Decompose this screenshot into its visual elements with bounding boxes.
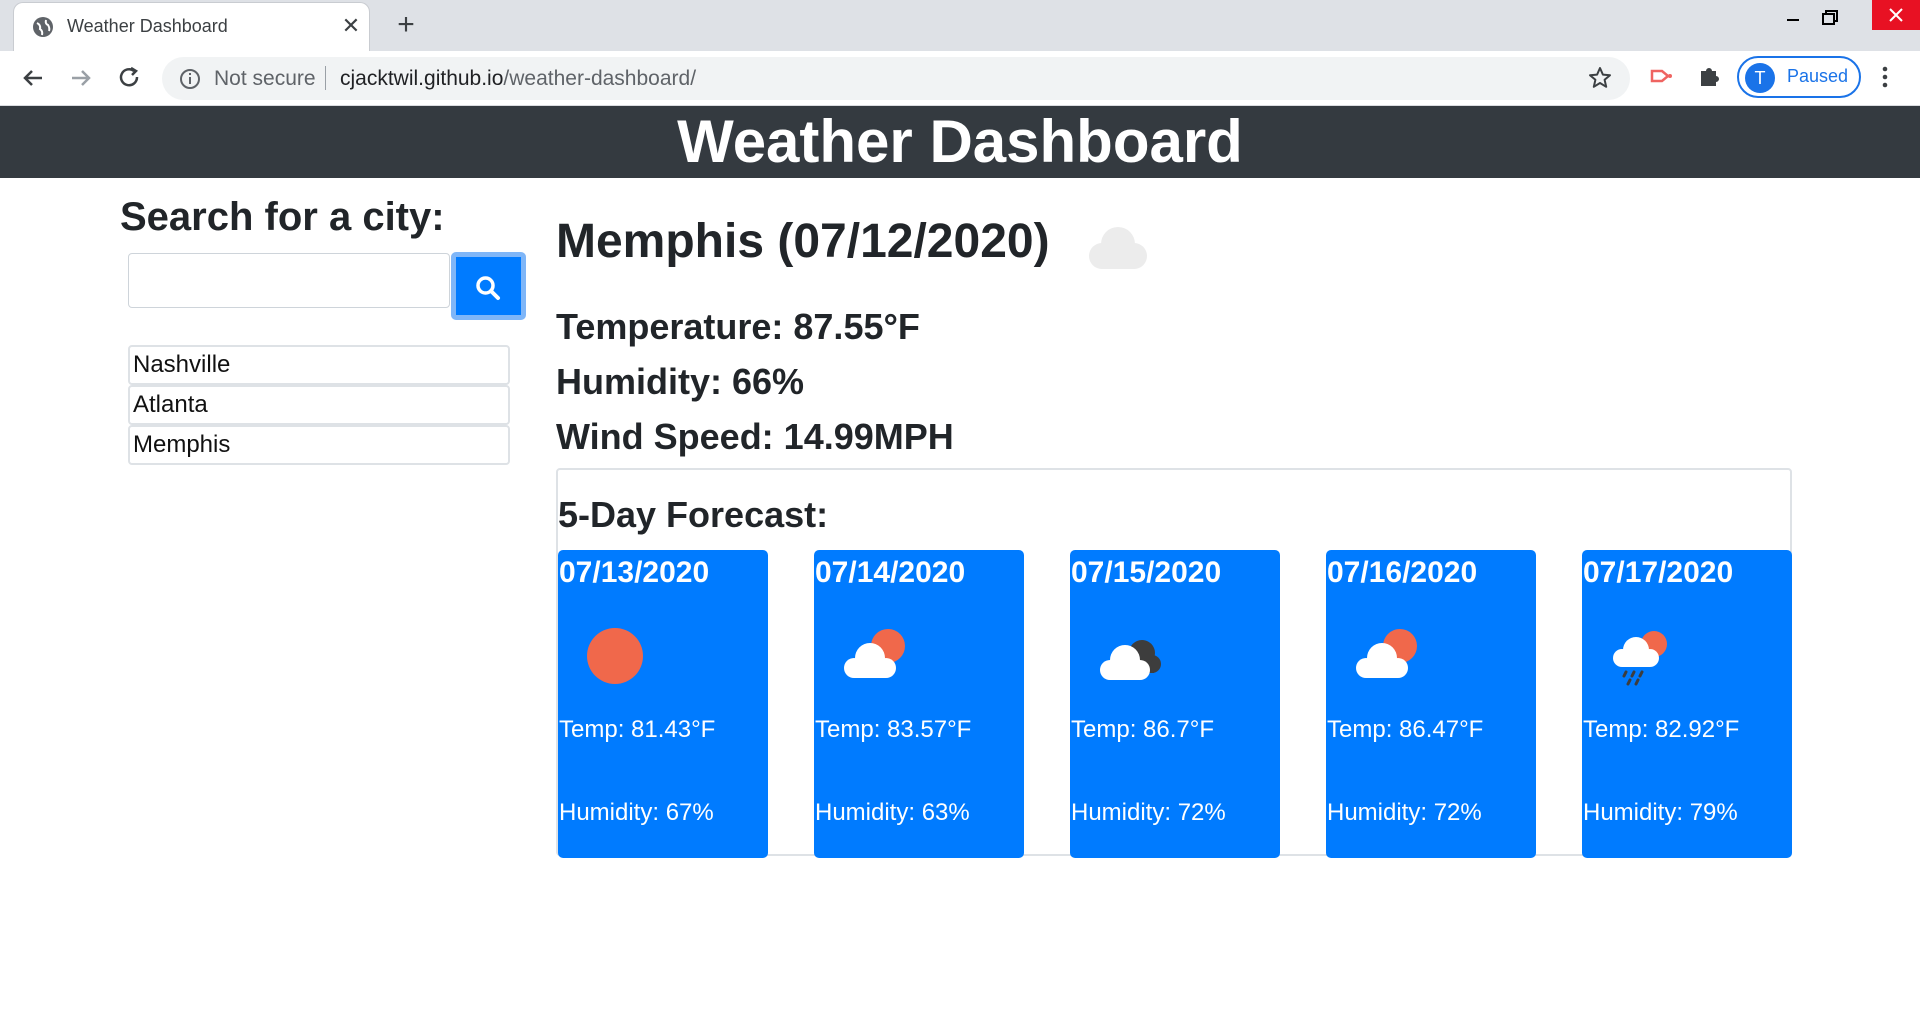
forecast-humidity: Humidity: 63% xyxy=(815,799,970,826)
forecast-card: 07/13/2020 Temp: 81.43°F Humidity: 67% xyxy=(558,550,768,858)
forecast-humidity: Humidity: 72% xyxy=(1327,799,1482,826)
page-title: Weather Dashboard xyxy=(677,108,1243,175)
forecast-date: 07/14/2020 xyxy=(815,556,966,589)
partly-cloudy-icon xyxy=(1356,629,1417,678)
close-window-icon[interactable] xyxy=(1872,0,1920,30)
forecast-temp: Temp: 82.92°F xyxy=(1583,716,1740,743)
profile-button[interactable]: T Paused xyxy=(1737,56,1861,98)
partly-cloudy-icon xyxy=(844,629,905,678)
url-path: /weather-dashboard/ xyxy=(503,67,697,90)
info-icon[interactable] xyxy=(178,67,202,91)
search-icon xyxy=(476,276,500,300)
history-item-atlanta[interactable]: Atlanta xyxy=(128,385,510,425)
history-item-nashville[interactable]: Nashville xyxy=(128,345,510,385)
current-humidity: Humidity: 66% xyxy=(556,361,805,402)
search-button[interactable] xyxy=(451,252,526,320)
restore-icon[interactable] xyxy=(1810,4,1850,34)
tab-title: Weather Dashboard xyxy=(67,16,228,36)
city-search-input[interactable] xyxy=(128,253,450,308)
search-heading: Search for a city: xyxy=(120,195,445,239)
current-wind-speed: Wind Speed: 14.99MPH xyxy=(556,416,954,457)
forecast-date: 07/13/2020 xyxy=(559,556,710,589)
new-tab-icon[interactable]: + xyxy=(391,10,421,40)
forecast-card: 07/17/2020 Temp: 82.92°F Humidity: 79% xyxy=(1582,550,1792,858)
forecast-date: 07/16/2020 xyxy=(1327,556,1478,589)
minimize-icon[interactable] xyxy=(1773,4,1813,34)
avatar: T xyxy=(1745,63,1775,93)
forecast-temp: Temp: 86.7°F xyxy=(1071,716,1214,743)
forecast-humidity: Humidity: 72% xyxy=(1071,799,1226,826)
forecast-card: 07/16/2020 Temp: 86.47°F Humidity: 72% xyxy=(1326,550,1536,858)
more-menu-icon[interactable] xyxy=(1875,63,1895,91)
back-icon[interactable] xyxy=(18,63,48,93)
profile-status: Paused xyxy=(1787,66,1849,86)
current-city-title: Memphis (07/12/2020) xyxy=(556,215,1050,268)
browser-toolbar: Not secure cjacktwil.github.io/weather-d… xyxy=(0,51,1920,106)
puzzle-icon[interactable] xyxy=(1697,63,1723,89)
close-tab-icon[interactable]: ✕ xyxy=(340,15,362,37)
forecast-card: 07/15/2020 Temp: 86.7°F Humidity: 72% xyxy=(1070,550,1280,858)
forecast-temp: Temp: 86.47°F xyxy=(1327,716,1484,743)
browser-tab-strip: Weather Dashboard ✕ + xyxy=(0,0,1920,51)
sun-icon xyxy=(587,628,643,684)
forecast-humidity: Humidity: 67% xyxy=(559,799,714,826)
page-header: Weather Dashboard xyxy=(0,106,1920,178)
search-history-list: Nashville Atlanta Memphis xyxy=(128,345,510,465)
reload-icon[interactable] xyxy=(114,63,144,93)
url-text[interactable]: cjacktwil.github.io/weather-dashboard/ xyxy=(340,67,696,91)
cloud-icon xyxy=(1089,227,1147,269)
url-host: cjacktwil.github.io xyxy=(340,67,504,90)
forecast-date: 07/15/2020 xyxy=(1071,556,1222,589)
forecast-card: 07/14/2020 Temp: 83.57°F Humidity: 63% xyxy=(814,550,1024,858)
forecast-section: 5-Day Forecast: 07/13/2020 Temp: 81.43°F… xyxy=(556,468,1792,858)
extension-icon[interactable] xyxy=(1648,63,1674,89)
broken-clouds-icon xyxy=(1100,640,1161,680)
rain-icon xyxy=(1613,631,1667,686)
forecast-humidity: Humidity: 79% xyxy=(1583,799,1738,826)
bookmark-star-icon[interactable] xyxy=(1587,65,1613,91)
address-divider xyxy=(325,66,326,90)
current-temperature: Temperature: 87.55°F xyxy=(556,306,920,347)
forward-icon[interactable] xyxy=(66,63,96,93)
forecast-temp: Temp: 81.43°F xyxy=(559,716,716,743)
history-item-memphis[interactable]: Memphis xyxy=(128,425,510,465)
security-label[interactable]: Not secure xyxy=(214,67,316,91)
forecast-heading: 5-Day Forecast: xyxy=(558,494,829,535)
globe-icon xyxy=(33,17,53,37)
address-bar[interactable]: Not secure cjacktwil.github.io/weather-d… xyxy=(162,57,1630,100)
forecast-temp: Temp: 83.57°F xyxy=(815,716,972,743)
forecast-date: 07/17/2020 xyxy=(1583,556,1734,589)
browser-tab[interactable]: Weather Dashboard ✕ xyxy=(13,2,370,51)
